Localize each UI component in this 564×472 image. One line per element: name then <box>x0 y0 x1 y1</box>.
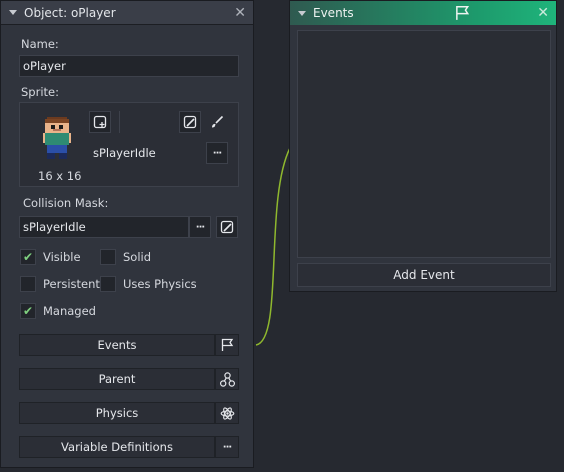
collapse-caret-icon[interactable] <box>298 10 306 16</box>
collapse-caret-icon[interactable] <box>9 10 17 15</box>
atom-icon <box>220 406 234 420</box>
events-panel: Events ✕ Add Event <box>289 0 557 292</box>
edit-image-icon <box>183 115 197 129</box>
variable-definitions-button[interactable]: Variable Definitions <box>19 436 215 458</box>
variable-definitions-more-button[interactable]: ··· <box>215 436 239 458</box>
parent-side-button[interactable] <box>215 368 239 390</box>
new-sprite-button[interactable] <box>89 111 111 133</box>
collision-mask-select[interactable]: sPlayerIdle <box>19 216 189 238</box>
flag-icon <box>221 338 234 351</box>
events-button[interactable]: Events <box>19 334 215 356</box>
checkmark-icon: ✔ <box>22 304 34 318</box>
visible-checkbox[interactable]: ✔ <box>20 249 36 265</box>
collision-mask-edit-button[interactable] <box>216 216 238 238</box>
events-panel-header[interactable]: Events ✕ <box>290 1 556 25</box>
uses-physics-label: Uses Physics <box>123 277 197 291</box>
uses-physics-checkbox[interactable] <box>100 276 116 292</box>
close-icon[interactable]: ✕ <box>234 6 246 20</box>
sprite-label: Sprite: <box>21 85 59 99</box>
persistent-checkbox[interactable] <box>20 276 36 292</box>
flag-icon <box>456 5 470 20</box>
sprite-select[interactable]: sPlayerIdle <box>89 142 205 164</box>
name-label: Name: <box>21 37 59 51</box>
checkmark-icon: ✔ <box>22 250 34 264</box>
events-side-button[interactable] <box>215 334 239 356</box>
managed-checkbox[interactable]: ✔ <box>20 303 36 319</box>
sprite-preview[interactable] <box>43 117 71 159</box>
sprite-browse-button[interactable]: ··· <box>206 142 228 164</box>
edit-sprite-button[interactable] <box>179 111 201 133</box>
sprite-section: 16 x 16 sPlayerIdle ··· <box>19 102 239 187</box>
edit-image-icon <box>220 220 234 234</box>
solid-checkbox[interactable] <box>100 249 116 265</box>
connector-curve <box>255 147 291 346</box>
paint-sprite-button[interactable] <box>206 111 228 133</box>
managed-label: Managed <box>43 304 96 318</box>
persistent-label: Persistent <box>43 277 100 291</box>
object-panel-header[interactable]: Object: oPlayer ✕ <box>1 1 253 25</box>
parent-button[interactable]: Parent <box>19 368 215 390</box>
collision-mask-label: Collision Mask: <box>23 196 109 210</box>
events-list[interactable] <box>297 30 551 258</box>
visible-label: Visible <box>43 250 81 264</box>
name-field[interactable]: oPlayer <box>19 55 239 77</box>
add-event-button[interactable]: Add Event <box>297 263 551 287</box>
paintbrush-icon <box>212 115 224 128</box>
collision-mask-browse-button[interactable]: ··· <box>189 216 211 238</box>
physics-button[interactable]: Physics <box>19 402 215 424</box>
object-panel-title: Object: oPlayer <box>24 5 116 20</box>
physics-side-button[interactable] <box>215 402 239 424</box>
close-icon[interactable]: ✕ <box>537 6 549 20</box>
new-sprite-icon <box>93 115 107 129</box>
solid-label: Solid <box>123 250 152 264</box>
toolbar-divider <box>119 111 120 133</box>
object-panel: Object: oPlayer ✕ Name: oPlayer Sprite: … <box>0 0 254 468</box>
sprite-size-label: 16 x 16 <box>38 169 82 183</box>
events-panel-title: Events <box>313 6 354 20</box>
hierarchy-icon <box>219 371 235 387</box>
